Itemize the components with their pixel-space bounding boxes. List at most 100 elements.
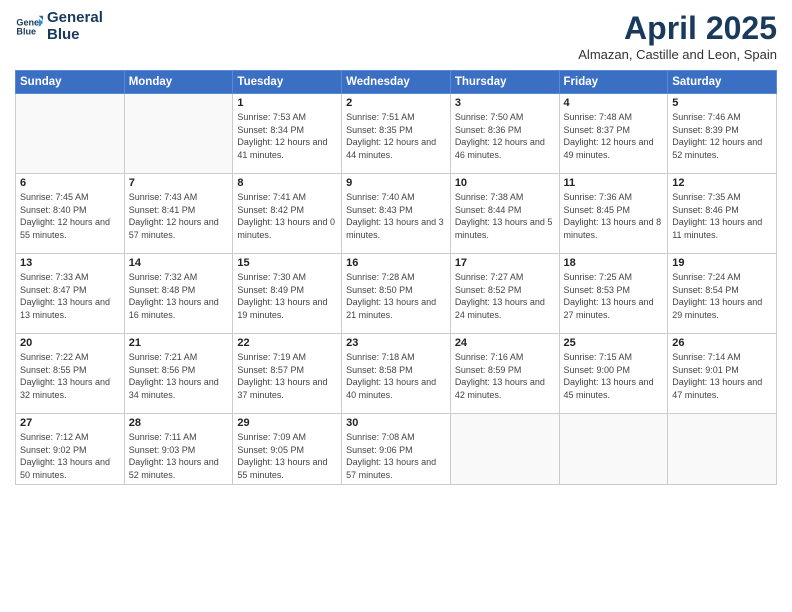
day-number: 24 [455,337,555,349]
day-number: 11 [564,177,664,189]
day-info: Sunrise: 7:18 AMSunset: 8:58 PMDaylight:… [346,351,446,401]
table-row: 1 Sunrise: 7:53 AMSunset: 8:34 PMDayligh… [233,94,342,174]
day-number: 27 [20,417,120,429]
day-info: Sunrise: 7:38 AMSunset: 8:44 PMDaylight:… [455,191,555,241]
table-row: 23 Sunrise: 7:18 AMSunset: 8:58 PMDaylig… [342,334,451,414]
table-row: 25 Sunrise: 7:15 AMSunset: 9:00 PMDaylig… [559,334,668,414]
table-row: 26 Sunrise: 7:14 AMSunset: 9:01 PMDaylig… [668,334,777,414]
logo-icon: General Blue [15,13,43,41]
day-number: 14 [129,257,229,269]
table-row [450,414,559,485]
day-number: 16 [346,257,446,269]
header-friday: Friday [559,71,668,94]
header-thursday: Thursday [450,71,559,94]
day-info: Sunrise: 7:33 AMSunset: 8:47 PMDaylight:… [20,271,120,321]
day-number: 17 [455,257,555,269]
day-info: Sunrise: 7:35 AMSunset: 8:46 PMDaylight:… [672,191,772,241]
day-info: Sunrise: 7:25 AMSunset: 8:53 PMDaylight:… [564,271,664,321]
table-row: 3 Sunrise: 7:50 AMSunset: 8:36 PMDayligh… [450,94,559,174]
day-info: Sunrise: 7:32 AMSunset: 8:48 PMDaylight:… [129,271,229,321]
day-info: Sunrise: 7:19 AMSunset: 8:57 PMDaylight:… [237,351,337,401]
day-info: Sunrise: 7:41 AMSunset: 8:42 PMDaylight:… [237,191,337,241]
day-info: Sunrise: 7:15 AMSunset: 9:00 PMDaylight:… [564,351,664,401]
day-info: Sunrise: 7:27 AMSunset: 8:52 PMDaylight:… [455,271,555,321]
day-info: Sunrise: 7:45 AMSunset: 8:40 PMDaylight:… [20,191,120,241]
day-info: Sunrise: 7:40 AMSunset: 8:43 PMDaylight:… [346,191,446,241]
day-info: Sunrise: 7:09 AMSunset: 9:05 PMDaylight:… [237,431,337,481]
day-number: 1 [237,97,337,109]
table-row [16,94,125,174]
day-info: Sunrise: 7:24 AMSunset: 8:54 PMDaylight:… [672,271,772,321]
table-row: 15 Sunrise: 7:30 AMSunset: 8:49 PMDaylig… [233,254,342,334]
table-row: 9 Sunrise: 7:40 AMSunset: 8:43 PMDayligh… [342,174,451,254]
day-number: 7 [129,177,229,189]
table-row: 29 Sunrise: 7:09 AMSunset: 9:05 PMDaylig… [233,414,342,485]
table-row [124,94,233,174]
day-number: 13 [20,257,120,269]
day-info: Sunrise: 7:50 AMSunset: 8:36 PMDaylight:… [455,111,555,161]
table-row: 6 Sunrise: 7:45 AMSunset: 8:40 PMDayligh… [16,174,125,254]
day-number: 25 [564,337,664,349]
table-row: 17 Sunrise: 7:27 AMSunset: 8:52 PMDaylig… [450,254,559,334]
table-row: 11 Sunrise: 7:36 AMSunset: 8:45 PMDaylig… [559,174,668,254]
day-number: 23 [346,337,446,349]
header-monday: Monday [124,71,233,94]
day-number: 26 [672,337,772,349]
table-row: 19 Sunrise: 7:24 AMSunset: 8:54 PMDaylig… [668,254,777,334]
day-info: Sunrise: 7:08 AMSunset: 9:06 PMDaylight:… [346,431,446,481]
table-row: 14 Sunrise: 7:32 AMSunset: 8:48 PMDaylig… [124,254,233,334]
day-info: Sunrise: 7:30 AMSunset: 8:49 PMDaylight:… [237,271,337,321]
page: General Blue General Blue April 2025 Alm… [0,0,792,612]
table-row: 24 Sunrise: 7:16 AMSunset: 8:59 PMDaylig… [450,334,559,414]
table-row: 28 Sunrise: 7:11 AMSunset: 9:03 PMDaylig… [124,414,233,485]
logo: General Blue General Blue [15,10,103,43]
day-info: Sunrise: 7:11 AMSunset: 9:03 PMDaylight:… [129,431,229,481]
day-info: Sunrise: 7:21 AMSunset: 8:56 PMDaylight:… [129,351,229,401]
table-row: 18 Sunrise: 7:25 AMSunset: 8:53 PMDaylig… [559,254,668,334]
table-row: 5 Sunrise: 7:46 AMSunset: 8:39 PMDayligh… [668,94,777,174]
day-number: 12 [672,177,772,189]
title-block: April 2025 Almazan, Castille and Leon, S… [578,10,777,62]
day-number: 30 [346,417,446,429]
day-info: Sunrise: 7:48 AMSunset: 8:37 PMDaylight:… [564,111,664,161]
header: General Blue General Blue April 2025 Alm… [15,10,777,62]
table-row: 12 Sunrise: 7:35 AMSunset: 8:46 PMDaylig… [668,174,777,254]
table-row: 4 Sunrise: 7:48 AMSunset: 8:37 PMDayligh… [559,94,668,174]
table-row: 2 Sunrise: 7:51 AMSunset: 8:35 PMDayligh… [342,94,451,174]
day-number: 20 [20,337,120,349]
day-number: 21 [129,337,229,349]
day-info: Sunrise: 7:14 AMSunset: 9:01 PMDaylight:… [672,351,772,401]
day-info: Sunrise: 7:12 AMSunset: 9:02 PMDaylight:… [20,431,120,481]
day-number: 2 [346,97,446,109]
day-number: 15 [237,257,337,269]
day-number: 19 [672,257,772,269]
table-row [559,414,668,485]
day-info: Sunrise: 7:22 AMSunset: 8:55 PMDaylight:… [20,351,120,401]
table-row [668,414,777,485]
day-info: Sunrise: 7:28 AMSunset: 8:50 PMDaylight:… [346,271,446,321]
calendar-subtitle: Almazan, Castille and Leon, Spain [578,47,777,62]
table-row: 16 Sunrise: 7:28 AMSunset: 8:50 PMDaylig… [342,254,451,334]
day-number: 5 [672,97,772,109]
calendar-title: April 2025 [578,10,777,47]
table-row: 8 Sunrise: 7:41 AMSunset: 8:42 PMDayligh… [233,174,342,254]
header-sunday: Sunday [16,71,125,94]
svg-text:Blue: Blue [16,26,36,36]
table-row: 22 Sunrise: 7:19 AMSunset: 8:57 PMDaylig… [233,334,342,414]
day-number: 29 [237,417,337,429]
day-number: 9 [346,177,446,189]
day-number: 18 [564,257,664,269]
day-number: 22 [237,337,337,349]
day-number: 4 [564,97,664,109]
day-number: 28 [129,417,229,429]
table-row: 21 Sunrise: 7:21 AMSunset: 8:56 PMDaylig… [124,334,233,414]
table-row: 10 Sunrise: 7:38 AMSunset: 8:44 PMDaylig… [450,174,559,254]
day-info: Sunrise: 7:53 AMSunset: 8:34 PMDaylight:… [237,111,337,161]
day-info: Sunrise: 7:51 AMSunset: 8:35 PMDaylight:… [346,111,446,161]
logo-blue: Blue [47,27,103,44]
day-number: 3 [455,97,555,109]
day-info: Sunrise: 7:43 AMSunset: 8:41 PMDaylight:… [129,191,229,241]
table-row: 7 Sunrise: 7:43 AMSunset: 8:41 PMDayligh… [124,174,233,254]
table-row: 30 Sunrise: 7:08 AMSunset: 9:06 PMDaylig… [342,414,451,485]
logo-general: General [47,10,103,27]
